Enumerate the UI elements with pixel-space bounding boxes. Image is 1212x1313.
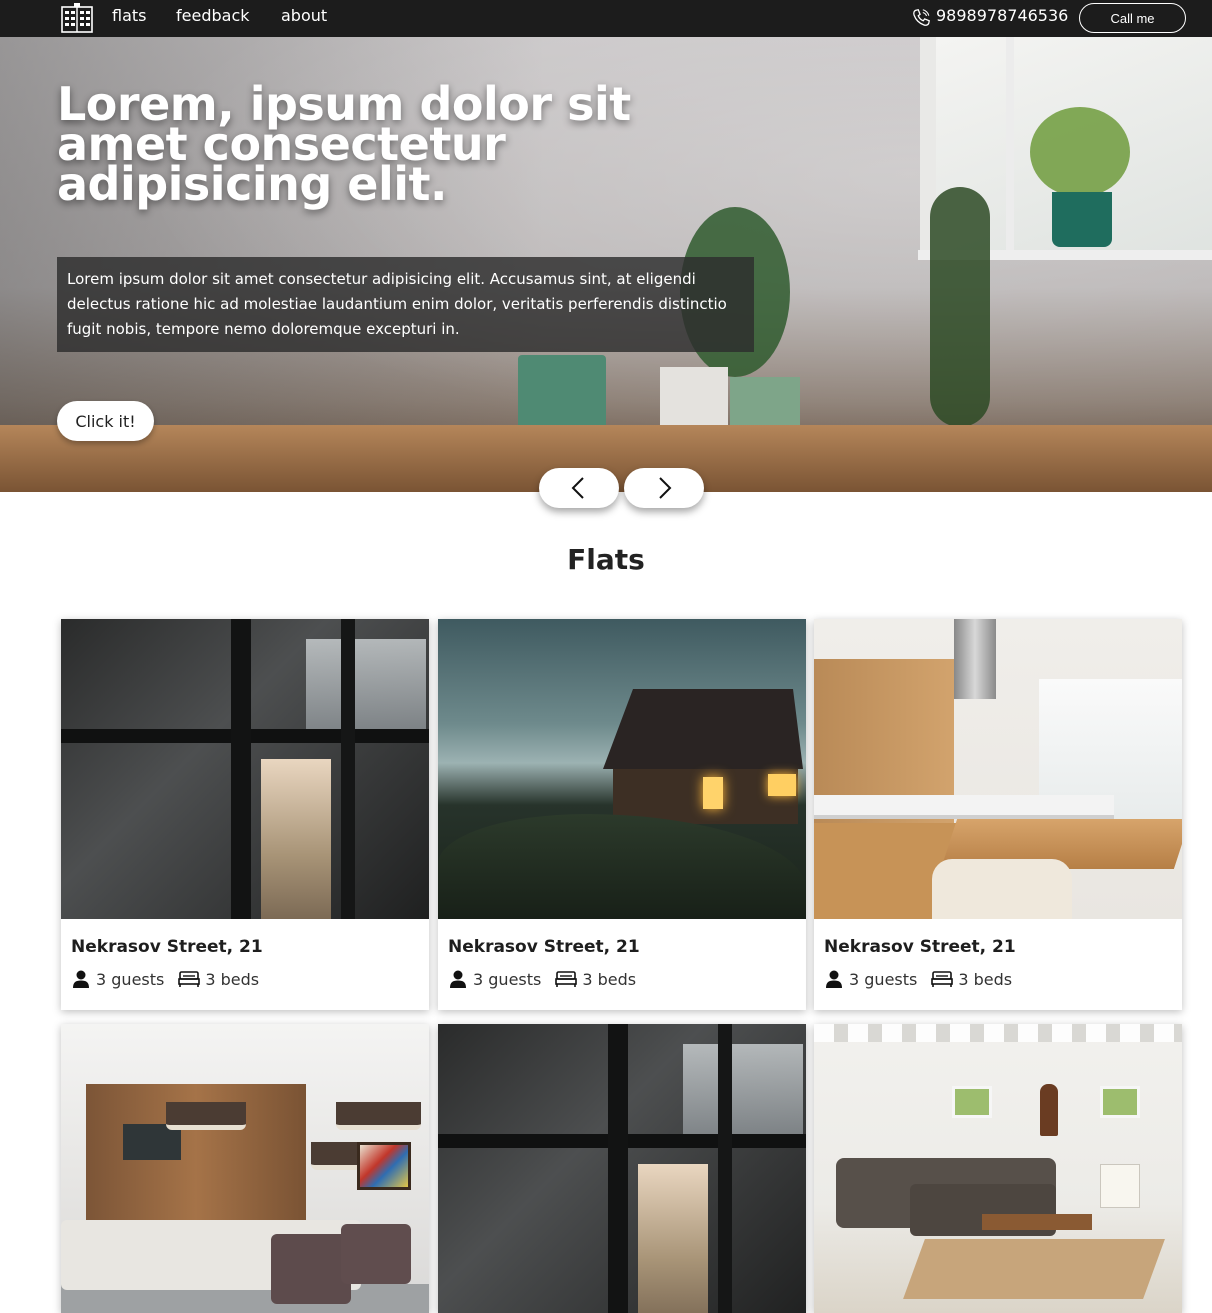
flat-photo bbox=[814, 619, 1182, 919]
hero-plant-image bbox=[1030, 107, 1130, 197]
carousel-next-button[interactable] bbox=[624, 468, 704, 508]
flats-section-title: Flats bbox=[567, 543, 645, 576]
top-navbar: flats feedback about 9898978746536 Call … bbox=[0, 0, 1212, 37]
phone-icon bbox=[913, 9, 930, 26]
chevron-left-icon bbox=[571, 477, 584, 499]
flat-beds: 3 beds bbox=[205, 969, 260, 989]
bed-icon bbox=[555, 971, 578, 987]
chevron-right-icon bbox=[659, 477, 672, 499]
flat-photo bbox=[438, 1024, 806, 1313]
flat-card[interactable] bbox=[61, 1024, 429, 1313]
flat-street: Nekrasov Street, 21 bbox=[824, 937, 1016, 957]
phone-number: 9898978746536 bbox=[936, 6, 1069, 25]
flat-card[interactable]: Nekrasov Street, 21 3 guests 3 beds bbox=[814, 619, 1182, 1010]
bed-icon bbox=[178, 971, 201, 987]
flat-street: Nekrasov Street, 21 bbox=[448, 937, 640, 957]
flat-card[interactable] bbox=[814, 1024, 1182, 1313]
nav-link-flats[interactable]: flats bbox=[112, 6, 147, 25]
user-icon bbox=[73, 970, 89, 988]
flat-photo bbox=[61, 619, 429, 919]
flat-guests: 3 guests bbox=[849, 969, 918, 989]
flat-meta: 3 guests 3 beds bbox=[71, 969, 419, 989]
nav-link-about[interactable]: about bbox=[281, 6, 327, 25]
call-me-button[interactable]: Call me bbox=[1079, 3, 1186, 33]
hero-vine-image bbox=[930, 187, 990, 427]
user-icon bbox=[826, 970, 842, 988]
user-icon bbox=[450, 970, 466, 988]
building-icon[interactable] bbox=[60, 3, 94, 33]
flat-photo bbox=[61, 1024, 429, 1313]
flat-street: Nekrasov Street, 21 bbox=[71, 937, 263, 957]
hero-pot-image bbox=[1052, 192, 1112, 247]
flat-info: Nekrasov Street, 21 3 guests 3 beds bbox=[438, 919, 806, 1010]
flat-card[interactable]: Nekrasov Street, 21 3 guests 3 beds bbox=[61, 619, 429, 1010]
flat-photo bbox=[814, 1024, 1182, 1313]
flat-beds: 3 beds bbox=[958, 969, 1013, 989]
flat-guests: 3 guests bbox=[473, 969, 542, 989]
flat-card[interactable]: Nekrasov Street, 21 3 guests 3 beds bbox=[438, 619, 806, 1010]
carousel-prev-button[interactable] bbox=[539, 468, 619, 508]
hero-description: Lorem ipsum dolor sit amet consectetur a… bbox=[57, 257, 754, 352]
flat-info: Nekrasov Street, 21 3 guests 3 beds bbox=[814, 919, 1182, 1010]
flat-info: Nekrasov Street, 21 3 guests 3 beds bbox=[61, 919, 429, 1010]
flat-meta: 3 guests 3 beds bbox=[448, 969, 796, 989]
flat-meta: 3 guests 3 beds bbox=[824, 969, 1172, 989]
click-it-button[interactable]: Click it! bbox=[57, 401, 154, 441]
flat-photo bbox=[438, 619, 806, 919]
bed-icon bbox=[931, 971, 954, 987]
flat-beds: 3 beds bbox=[582, 969, 637, 989]
nav-link-feedback[interactable]: feedback bbox=[176, 6, 250, 25]
flat-card[interactable] bbox=[438, 1024, 806, 1313]
hero-title: Lorem, ipsum dolor sit amet consectetur … bbox=[57, 77, 631, 211]
hero-banner: Lorem, ipsum dolor sit amet consectetur … bbox=[0, 37, 1212, 492]
flat-guests: 3 guests bbox=[96, 969, 165, 989]
